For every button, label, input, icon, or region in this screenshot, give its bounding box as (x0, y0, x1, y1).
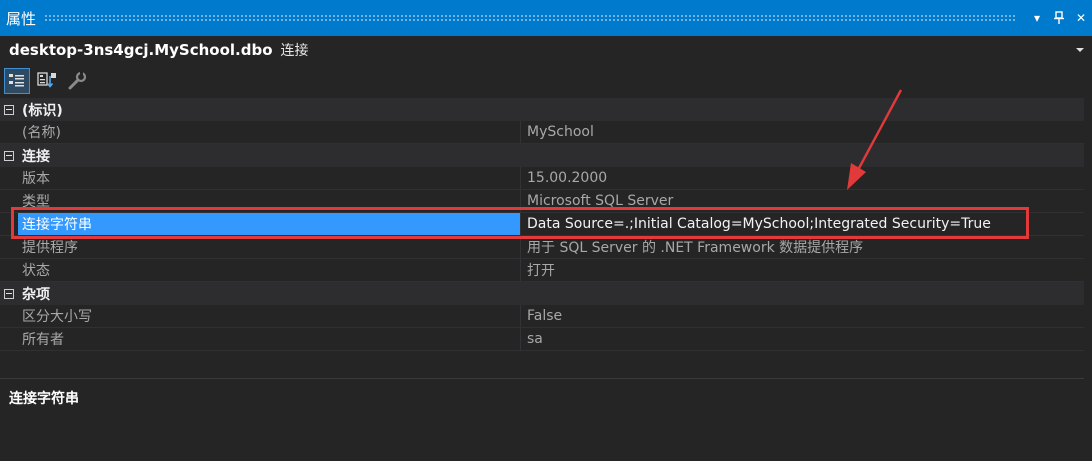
close-icon: ✕ (1075, 11, 1087, 25)
property-name: 类型 (22, 194, 50, 210)
window-title: 属性 (6, 9, 37, 28)
alphabetical-button[interactable] (34, 68, 60, 94)
property-value: 打开 (520, 259, 1092, 281)
object-name: desktop-3ns4gcj.MySchool.dbo (9, 41, 273, 59)
chevron-down-icon: ▾ (1033, 11, 1041, 25)
collapse-icon[interactable] (4, 104, 14, 115)
property-name: 版本 (22, 171, 50, 187)
property-name: (名称) (22, 125, 61, 141)
pin-icon (1054, 11, 1064, 24)
property-name: 区分大小写 (22, 309, 92, 325)
property-row[interactable]: 所有者 sa (0, 328, 1092, 351)
vertical-scrollbar[interactable] (1084, 64, 1092, 461)
property-value: MySchool (520, 121, 1092, 143)
chevron-down-icon (1076, 48, 1084, 52)
property-name: 连接字符串 (18, 213, 520, 235)
categorized-icon (9, 74, 24, 87)
alphabetical-icon (37, 72, 56, 88)
property-value: 15.00.2000 (520, 167, 1092, 189)
property-row[interactable]: 版本 15.00.2000 (0, 167, 1092, 190)
object-type: 连接 (280, 43, 309, 59)
property-row[interactable]: 状态 打开 (0, 259, 1092, 282)
categorized-button[interactable] (4, 68, 30, 94)
close-button[interactable]: ✕ (1070, 7, 1092, 29)
property-row[interactable]: (名称) MySchool (0, 121, 1092, 144)
description-splitter[interactable] (0, 378, 1092, 379)
pin-button[interactable] (1048, 7, 1070, 29)
property-grid: (标识) (名称) MySchool 连接 版本 15.00.2000 类型 M… (0, 98, 1092, 351)
description-title: 连接字符串 (9, 391, 79, 407)
grid-empty-area (0, 351, 1092, 377)
property-row[interactable]: 区分大小写 False (0, 305, 1092, 328)
property-value[interactable]: Data Source=.;Initial Catalog=MySchool;I… (520, 213, 1092, 235)
property-row[interactable]: 提供程序 用于 SQL Server 的 .NET Framework 数据提供… (0, 236, 1092, 259)
property-value: Microsoft SQL Server (520, 190, 1092, 212)
wrench-icon (68, 72, 87, 90)
window-menu-button[interactable]: ▾ (1026, 7, 1048, 29)
object-selector[interactable]: desktop-3ns4gcj.MySchool.dbo 连接 (0, 36, 1092, 64)
collapse-icon[interactable] (4, 150, 14, 161)
property-name: 所有者 (22, 332, 64, 348)
category-misc[interactable]: 杂项 (0, 282, 1092, 305)
property-name: 状态 (22, 263, 50, 279)
category-label: (标识) (22, 102, 63, 119)
property-pages-button[interactable] (64, 68, 90, 94)
property-row[interactable]: 类型 Microsoft SQL Server (0, 190, 1092, 213)
property-row-selected[interactable]: 连接字符串 Data Source=.;Initial Catalog=MySc… (0, 213, 1092, 236)
category-label: 杂项 (22, 286, 50, 303)
property-value: sa (520, 328, 1092, 350)
titlebar-grip[interactable] (44, 13, 1016, 23)
property-name: 提供程序 (22, 240, 78, 256)
collapse-icon[interactable] (4, 288, 14, 299)
properties-titlebar: 属性 ▾ ✕ (0, 0, 1092, 36)
category-label: 连接 (22, 148, 50, 165)
properties-toolbar (0, 64, 1092, 98)
category-identity[interactable]: (标识) (0, 98, 1092, 121)
category-connection[interactable]: 连接 (0, 144, 1092, 167)
property-value: 用于 SQL Server 的 .NET Framework 数据提供程序 (520, 236, 1092, 258)
property-value: False (520, 305, 1092, 327)
